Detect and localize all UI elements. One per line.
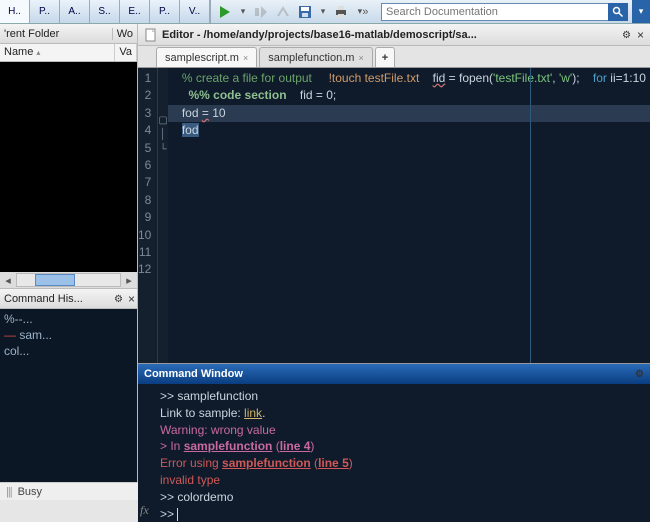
ribbon-tab[interactable]: S.. xyxy=(90,0,120,23)
folder-empty-area[interactable] xyxy=(0,62,137,272)
command-history-panel: Command His... %--... — sam... col... xyxy=(0,289,137,482)
search-box xyxy=(377,0,632,23)
history-line[interactable]: — sam... xyxy=(4,327,133,343)
panel-title-text: 'rent Folder xyxy=(4,28,59,40)
quick-access-toolbar: » xyxy=(210,0,377,23)
ribbon-tab[interactable]: P.. xyxy=(150,0,180,23)
current-folder-title: 'rent Folder Wo xyxy=(0,24,137,44)
print-icon[interactable] xyxy=(333,4,349,20)
editor-tab[interactable]: samplescript.m× xyxy=(156,47,257,67)
scroll-left-icon[interactable]: ◂ xyxy=(0,274,16,287)
editor-titlebar: Editor - /home/andy/projects/base16-matl… xyxy=(138,24,650,46)
ribbon-tab[interactable]: V.. xyxy=(180,0,210,23)
editor-panel: Editor - /home/andy/projects/base16-matl… xyxy=(138,24,650,364)
workspace-title-text: Wo xyxy=(112,28,133,40)
new-tab-button[interactable]: + xyxy=(375,47,395,67)
fold-toggle-icon[interactable]: ▢ xyxy=(158,114,167,129)
fx-icon[interactable]: fx xyxy=(140,502,149,519)
code-area[interactable]: % create a file for output !touch testFi… xyxy=(168,68,650,363)
close-icon[interactable] xyxy=(128,292,135,306)
column-name[interactable]: Name ▴ xyxy=(0,44,115,61)
fold-gutter[interactable]: ▢│└ xyxy=(158,68,167,363)
ribbon-tab[interactable]: P.. xyxy=(30,0,60,23)
step-icon[interactable] xyxy=(253,4,269,20)
panel-title-text: Command Window xyxy=(144,368,243,380)
status-text: Busy xyxy=(18,486,42,498)
tab-close-icon[interactable]: × xyxy=(243,53,248,63)
editor-tabbar: samplescript.m× samplefunction.m× + xyxy=(138,46,650,68)
expand-icon[interactable]: » xyxy=(355,4,371,20)
tab-close-icon[interactable]: × xyxy=(358,53,363,63)
history-line[interactable]: %--... xyxy=(4,311,133,327)
editor-tab[interactable]: samplefunction.m× xyxy=(259,47,372,67)
gear-icon[interactable] xyxy=(114,293,123,305)
history-line[interactable]: col... xyxy=(4,343,133,359)
command-history-body[interactable]: %--... — sam... col... xyxy=(0,309,137,482)
folder-columns: Name ▴ Va xyxy=(0,44,137,62)
link[interactable]: samplefunction xyxy=(184,439,273,453)
step-out-icon[interactable] xyxy=(275,4,291,20)
save-icon[interactable] xyxy=(297,4,313,20)
panel-title-text: Command His... xyxy=(4,293,83,305)
layout-menu-icon[interactable] xyxy=(632,0,650,23)
link[interactable]: line 4 xyxy=(280,439,311,453)
line-gutter: 123456789101112 xyxy=(138,68,158,363)
save-dropdown-icon[interactable] xyxy=(319,4,327,20)
main-area: 'rent Folder Wo Name ▴ Va ◂ ▸ Command Hi… xyxy=(0,24,650,482)
gear-icon[interactable] xyxy=(622,29,631,41)
scroll-thumb[interactable] xyxy=(35,274,75,286)
editor-body[interactable]: 123456789101112 ▢│└ % create a file for … xyxy=(138,68,650,363)
scroll-right-icon[interactable]: ▸ xyxy=(121,274,137,287)
ribbon-tab[interactable]: A.. xyxy=(60,0,90,23)
top-toolbar: H.. P.. A.. S.. E.. P.. V.. » xyxy=(0,0,650,24)
run-icon[interactable] xyxy=(217,4,233,20)
folder-hscrollbar[interactable]: ◂ ▸ xyxy=(0,272,137,288)
column-value[interactable]: Va xyxy=(115,44,137,61)
command-window-panel: Command Window >> samplefunction Link to… xyxy=(138,364,650,522)
run-dropdown-icon[interactable] xyxy=(239,4,247,20)
margin-line xyxy=(530,68,531,363)
gear-icon[interactable] xyxy=(635,368,644,380)
search-input[interactable] xyxy=(381,3,609,21)
link[interactable]: link xyxy=(244,406,262,420)
command-window-body[interactable]: >> samplefunction Link to sample: link. … xyxy=(138,384,650,522)
link[interactable]: line 5 xyxy=(318,456,349,470)
editor-title-text: Editor - /home/andy/projects/base16-matl… xyxy=(162,29,616,41)
close-icon[interactable] xyxy=(637,28,644,42)
ribbon-tabstrip: H.. P.. A.. S.. E.. P.. V.. xyxy=(0,0,210,23)
ribbon-tab[interactable]: H.. xyxy=(0,0,30,23)
left-column: 'rent Folder Wo Name ▴ Va ◂ ▸ Command Hi… xyxy=(0,24,138,482)
text-cursor xyxy=(177,508,178,521)
status-grip-icon: ||| xyxy=(6,486,12,498)
link[interactable]: samplefunction xyxy=(222,456,311,470)
current-folder-panel: Name ▴ Va ◂ ▸ xyxy=(0,44,137,289)
right-column: Editor - /home/andy/projects/base16-matl… xyxy=(138,24,650,482)
search-go-icon[interactable] xyxy=(608,3,628,21)
command-window-titlebar: Command Window xyxy=(138,364,650,384)
command-history-title: Command His... xyxy=(0,289,137,309)
document-icon xyxy=(144,28,158,42)
ribbon-tab[interactable]: E.. xyxy=(120,0,150,23)
